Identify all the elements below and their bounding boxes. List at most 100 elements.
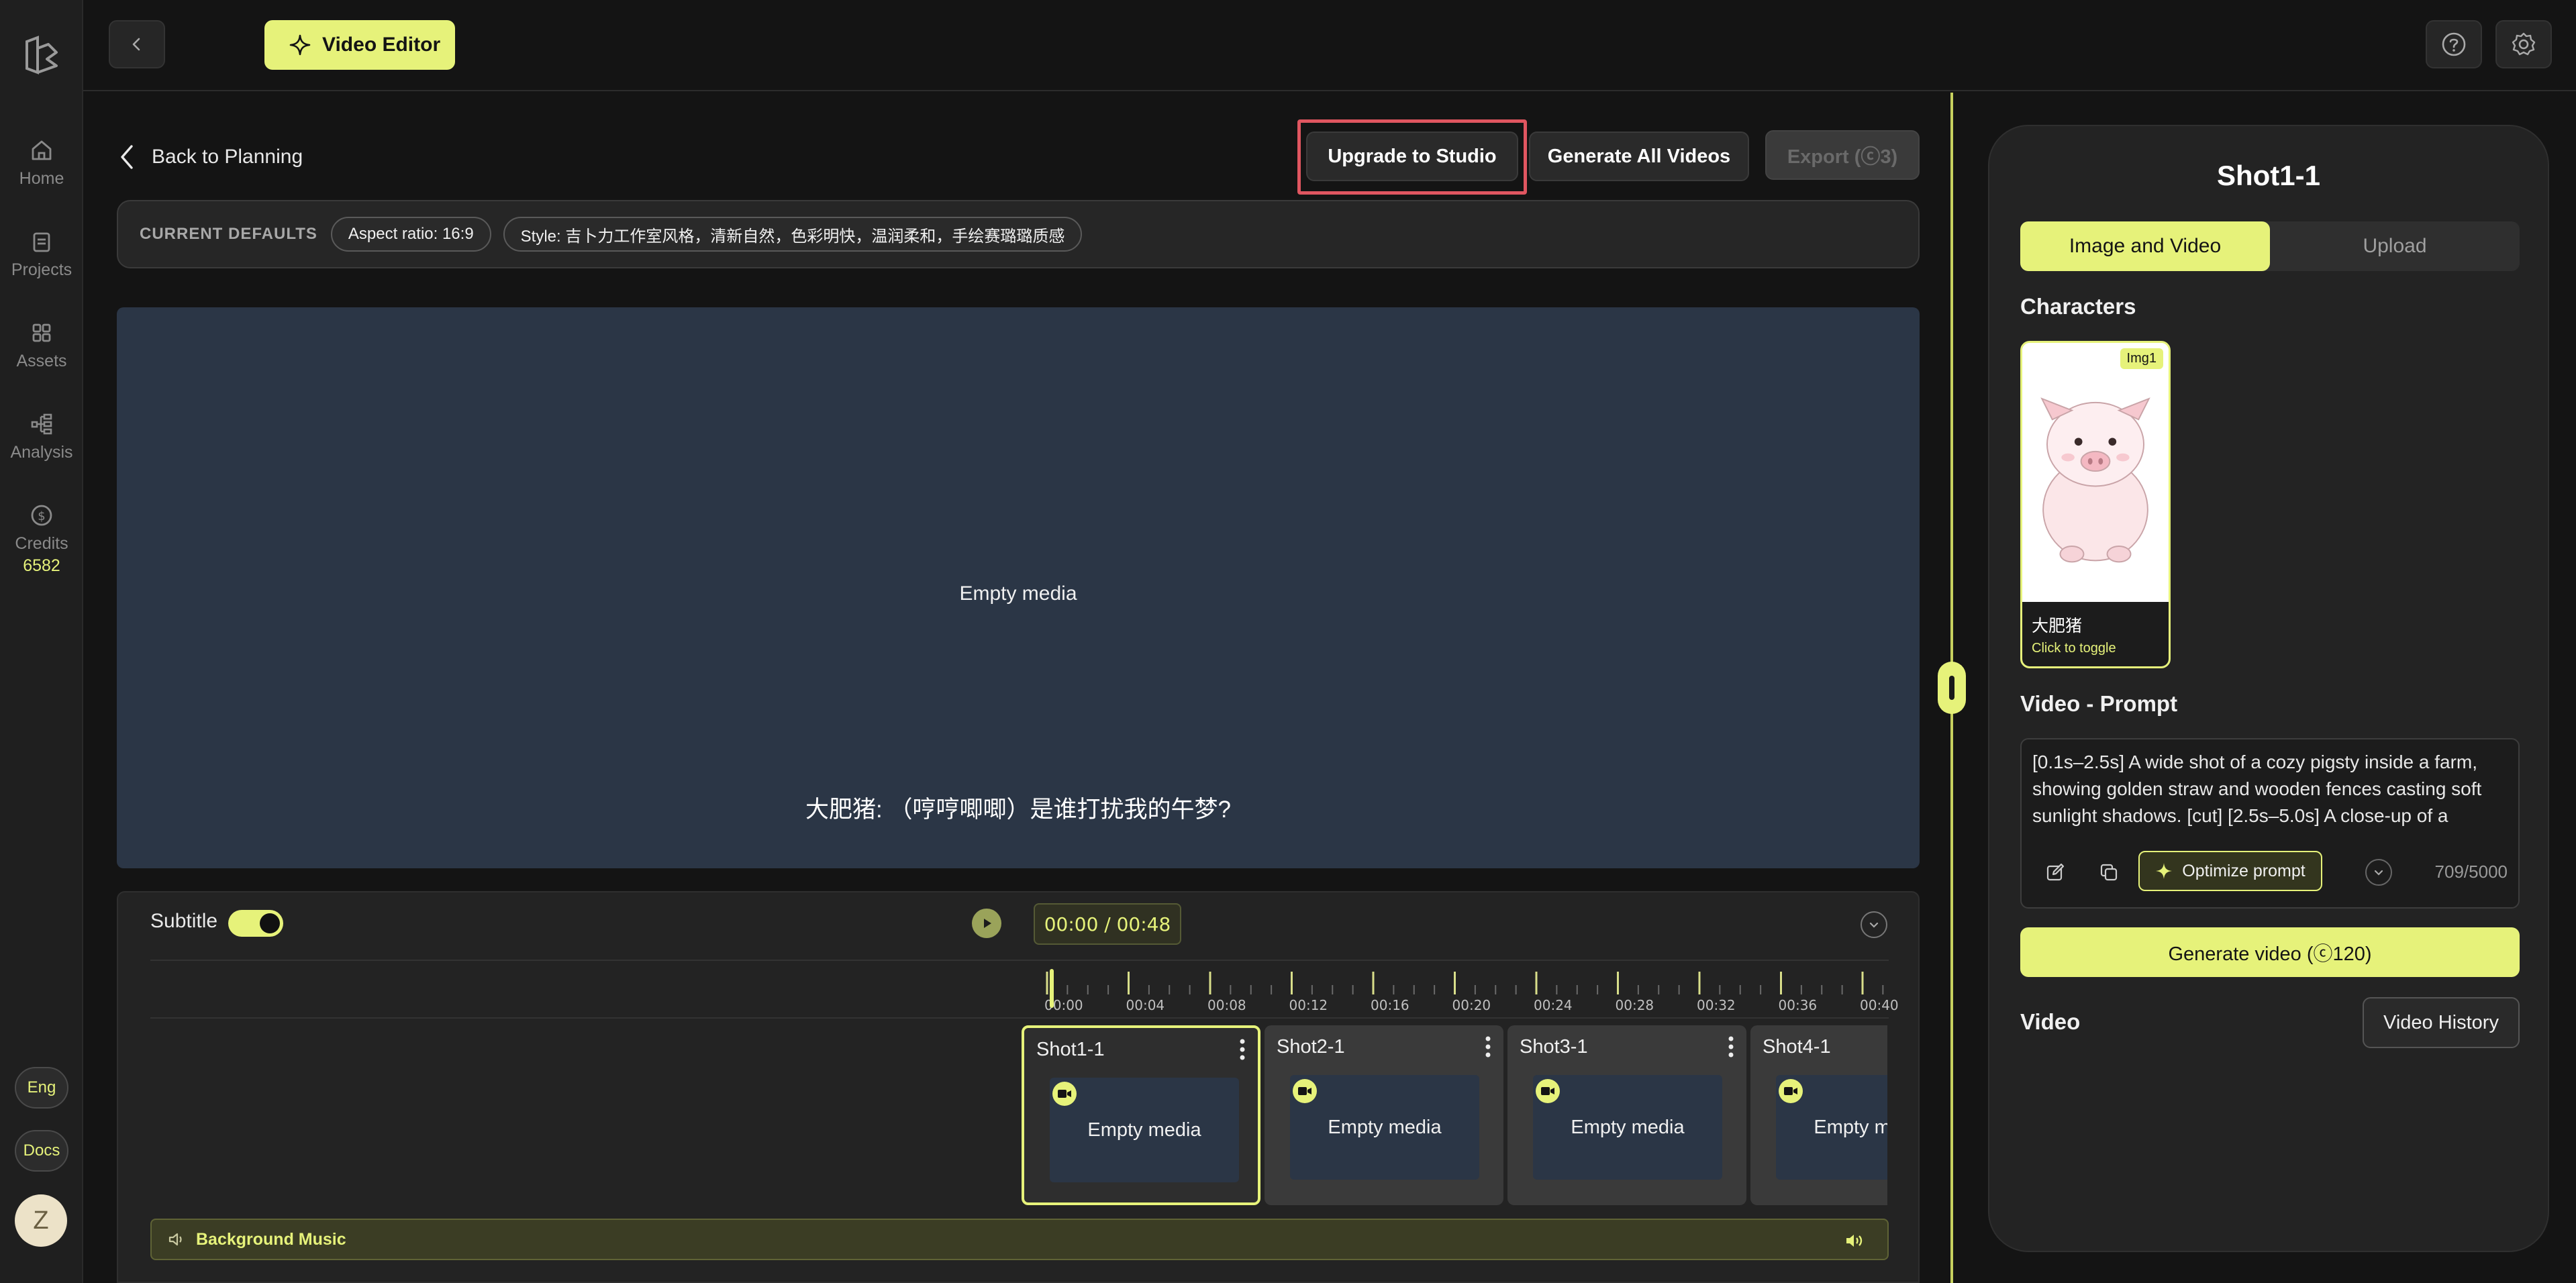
- copy-button[interactable]: [2091, 855, 2126, 890]
- back-label: Back to Planning: [152, 146, 303, 168]
- sparkle-icon: [289, 34, 311, 56]
- help-icon: [2442, 32, 2466, 56]
- volume-icon[interactable]: [1844, 1232, 1865, 1249]
- highlight-box: [1297, 119, 1527, 195]
- image-badge: Img1: [2120, 348, 2163, 369]
- edit-button[interactable]: [2038, 855, 2073, 890]
- more-vertical-icon[interactable]: [1728, 1035, 1734, 1059]
- dollar-icon: $: [31, 505, 52, 526]
- nav-item-assets[interactable]: Assets: [0, 317, 83, 391]
- character-card[interactable]: Img1 大肥猪 Click to toggle: [2020, 341, 2171, 668]
- generate-all-videos-button[interactable]: Generate All Videos: [1529, 132, 1749, 181]
- clip-media: Empty media: [1290, 1075, 1479, 1180]
- aspect-ratio-chip[interactable]: Aspect ratio: 16:9: [330, 217, 491, 252]
- nav-item-home[interactable]: Home: [0, 134, 83, 208]
- svg-text:$: $: [38, 509, 45, 523]
- chevron-left-icon: [121, 145, 133, 169]
- page-title: Video Editor: [322, 34, 441, 56]
- video-prompt-editor[interactable]: [0.1s–2.5s] A wide shot of a cozy pigsty…: [2020, 738, 2520, 909]
- nav-item-credits[interactable]: $ Credits 6582: [0, 499, 83, 580]
- shot-title: Shot1-1: [2216, 160, 2320, 191]
- ruler-tick-label: 00:16: [1371, 997, 1409, 1013]
- tab-image-and-video[interactable]: Image and Video: [2020, 221, 2270, 271]
- language-button[interactable]: Eng: [15, 1067, 68, 1109]
- nav-label: Credits: [15, 534, 68, 553]
- toggle-hint: Click to toggle: [2032, 641, 2116, 656]
- chevron-left-icon: [132, 38, 140, 51]
- subtitle-label: Subtitle: [150, 910, 218, 932]
- docs-button[interactable]: Docs: [15, 1130, 68, 1172]
- optimize-label: Optimize prompt: [2182, 861, 2306, 880]
- logo-icon: [26, 36, 58, 74]
- bgm-label: Background Music: [196, 1229, 346, 1249]
- play-button[interactable]: [972, 909, 1001, 938]
- play-icon: [984, 919, 991, 928]
- more-vertical-icon[interactable]: [1239, 1037, 1246, 1062]
- video-camera-icon: [1052, 1082, 1077, 1106]
- video-heading: Video: [2020, 1009, 2081, 1034]
- chevron-down-icon: [1869, 922, 1879, 928]
- timeline-ruler[interactable]: 00:00 00:04 00:08 00:12 00:16 00:20 00:24 00:28…: [150, 960, 1899, 1019]
- ruler-tick-label: 00:36: [1778, 997, 1818, 1013]
- expand-prompt-button[interactable]: [2365, 859, 2392, 886]
- character-name: 大肥猪: [2032, 617, 2083, 635]
- top-bar: Video Editor: [83, 0, 2576, 91]
- source-tabs: Image and Video Upload: [2020, 221, 2520, 271]
- clip-media: Empty media: [1533, 1075, 1722, 1180]
- character-count: 709/5000: [2434, 862, 2508, 882]
- toggle-knob: [260, 913, 280, 933]
- video-editor-chip[interactable]: Video Editor: [264, 20, 455, 70]
- edit-icon: [2046, 863, 2065, 881]
- optimize-prompt-button[interactable]: Optimize prompt: [2138, 851, 2322, 891]
- collapse-button[interactable]: [1861, 911, 1887, 938]
- video-camera-icon: [1779, 1079, 1803, 1103]
- more-vertical-icon[interactable]: [1485, 1035, 1491, 1059]
- clipboard-icon: [33, 232, 50, 252]
- ruler-tick-label: 00:12: [1289, 997, 1328, 1013]
- style-chip[interactable]: Style: 吉卜力工作室风格，清新自然，色彩明快，温润柔和，手绘赛璐璐质感: [503, 217, 1083, 252]
- ruler-tick-label: 00:08: [1207, 997, 1246, 1013]
- tab-upload[interactable]: Upload: [2270, 221, 2520, 271]
- video-history-button[interactable]: Video History: [2363, 997, 2520, 1048]
- export-button[interactable]: Export (ⓒ3): [1765, 130, 1920, 180]
- settings-button[interactable]: [2495, 20, 2552, 68]
- subtitle-toggle[interactable]: [228, 910, 283, 937]
- prompt-textarea[interactable]: [0.1s–2.5s] A wide shot of a cozy pigsty…: [2032, 749, 2510, 829]
- gear-icon: [2512, 32, 2536, 56]
- playhead[interactable]: [1050, 969, 1054, 1008]
- credits-value: 6582: [23, 556, 60, 575]
- nav-label: Assets: [16, 352, 67, 370]
- clip-name: Shot2-1: [1277, 1036, 1345, 1058]
- characters-heading: Characters: [2020, 294, 2136, 319]
- time-display: 00:00 / 00:48: [1034, 903, 1181, 945]
- nav-item-projects[interactable]: Projects: [0, 225, 83, 299]
- clip-shot4-1[interactable]: Shot4-1 Empty media: [1750, 1025, 1887, 1205]
- nav-item-analysis[interactable]: Analysis: [0, 408, 83, 482]
- grid-icon: [32, 323, 51, 342]
- resize-handle[interactable]: [1938, 662, 1966, 714]
- video-camera-icon: [1536, 1079, 1560, 1103]
- video-camera-icon: [1293, 1079, 1317, 1103]
- ruler-tick-label: 00:04: [1126, 997, 1165, 1013]
- copy-icon: [2100, 864, 2118, 881]
- sparkle-icon: [2156, 863, 2173, 879]
- background-music-track[interactable]: Background Music: [150, 1219, 1889, 1260]
- pig-character-image: [2022, 343, 2169, 603]
- chevron-down-icon: [2374, 870, 2383, 876]
- current-defaults-bar: CURRENT DEFAULTS Aspect ratio: 16:9 Styl…: [117, 200, 1920, 268]
- home-icon: [32, 140, 52, 160]
- clip-shot3-1[interactable]: Shot3-1 Empty media: [1507, 1025, 1746, 1205]
- ruler-tick-label: 00:40: [1860, 997, 1899, 1013]
- video-prompt-heading: Video - Prompt: [2020, 691, 2178, 716]
- generate-video-button[interactable]: Generate video (ⓒ120): [2020, 927, 2520, 977]
- clip-track: Shot1-1 Empty media Shot2-1 Empty media …: [1022, 1025, 1887, 1208]
- shot-detail-panel: Shot1-1 Image and Video Upload Character…: [1988, 125, 2549, 1252]
- clip-shot1-1[interactable]: Shot1-1 Empty media: [1022, 1025, 1260, 1205]
- help-button[interactable]: [2426, 20, 2482, 68]
- ruler-tick-label: 00:32: [1697, 997, 1736, 1013]
- nav-label: Home: [19, 169, 64, 188]
- clip-shot2-1[interactable]: Shot2-1 Empty media: [1265, 1025, 1503, 1205]
- back-to-planning-link[interactable]: Back to Planning: [118, 138, 303, 176]
- avatar[interactable]: Z: [15, 1194, 67, 1247]
- back-button[interactable]: [109, 20, 165, 68]
